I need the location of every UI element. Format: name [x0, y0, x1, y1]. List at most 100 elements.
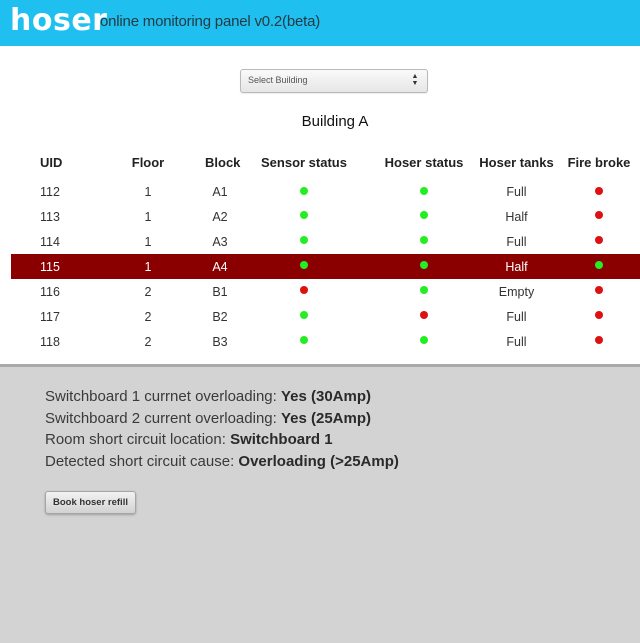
- table-header-row: UID Floor Block Sensor status Hoser status Ho…: [11, 148, 640, 176]
- status-dot-icon: [300, 236, 308, 245]
- table-row[interactable]: 115 1 A4 Half: [11, 254, 640, 279]
- table-row[interactable]: 114 1 A3 Full: [11, 229, 640, 254]
- building-title: Building A: [301, 113, 369, 130]
- uid-cell: 112: [40, 185, 60, 199]
- sensor-status-cell: [235, 304, 373, 329]
- hoser-status-cell: [373, 176, 475, 204]
- info-lines: Switchboard 1 currnet overloading: Yes (…: [45, 386, 399, 472]
- book-hoser-refill-button[interactable]: Book hoser refill: [45, 491, 136, 514]
- top-bar: hoser online monitoring panel v0.2(beta): [0, 0, 640, 46]
- status-dot-icon: [420, 286, 428, 295]
- floor-cell: 1: [144, 234, 152, 249]
- status-dot-icon: [300, 336, 308, 345]
- hoser-status-cell: [373, 304, 475, 329]
- fire-broke-cell: [558, 176, 640, 204]
- uid-cell: 114: [40, 234, 60, 249]
- hoser-tanks-cell: Full: [506, 309, 527, 324]
- status-dot-icon: [420, 311, 428, 320]
- status-dot-icon: [300, 286, 308, 295]
- table-row[interactable]: 113 1 A2 Half: [11, 204, 640, 229]
- status-dot-icon: [420, 336, 428, 345]
- table-row[interactable]: 116 2 B1 Empty: [11, 279, 640, 304]
- block-cell: A3: [212, 234, 228, 249]
- sensor-status-cell: [235, 204, 373, 229]
- fire-broke-cell: [558, 304, 640, 329]
- status-dot-icon: [595, 311, 603, 320]
- info-label: Room short circuit location:: [45, 431, 231, 448]
- status-dot-icon: [420, 211, 428, 220]
- status-dot-icon: [300, 211, 308, 220]
- info-line: Switchboard 2 current overloading: Yes (…: [45, 408, 399, 430]
- hoser-status-cell: [373, 204, 475, 229]
- fire-broke-cell: [558, 229, 640, 254]
- floor-cell: 2: [144, 309, 152, 324]
- status-dot-icon: [300, 186, 308, 195]
- hoser-status-cell: [373, 254, 475, 279]
- info-value: Yes (25Amp): [280, 409, 372, 427]
- info-label: Detected short circuit cause:: [45, 452, 239, 470]
- info-line: Detected short circuit cause: Overloadin…: [45, 451, 399, 473]
- info-line: Room short circuit location: Switchboard…: [45, 429, 399, 451]
- uid-cell: 113: [40, 209, 60, 224]
- hoser-tanks-cell: Empty: [498, 284, 535, 299]
- table-row[interactable]: 118 2 B3 Full: [11, 329, 640, 354]
- status-dot-icon: [595, 261, 603, 270]
- status-dot-icon: [300, 311, 308, 320]
- info-line: Switchboard 1 currnet overloading: Yes (…: [45, 386, 399, 408]
- column-header: Fire broke: [567, 154, 631, 170]
- column-header: Block: [205, 154, 241, 170]
- block-cell: A1: [212, 185, 228, 199]
- status-dot-icon: [420, 236, 428, 245]
- fire-broke-cell: [558, 279, 640, 304]
- app-logo: hoser: [10, 3, 108, 38]
- block-cell: A4: [205, 254, 235, 279]
- info-label: Switchboard 2 current overloading:: [45, 409, 281, 427]
- uid-cell: 116: [40, 284, 60, 299]
- column-header: Hoser tanks: [479, 154, 554, 170]
- fire-broke-cell: [558, 329, 640, 354]
- floor-cell: 1: [91, 254, 205, 279]
- table-row[interactable]: 117 2 B2 Full: [11, 304, 640, 329]
- sensor-status-cell: [235, 329, 373, 354]
- block-cell: A2: [212, 209, 228, 224]
- floor-cell: 2: [144, 334, 152, 349]
- column-header: Sensor status: [261, 154, 347, 170]
- info-panel: Switchboard 1 currnet overloading: Yes (…: [0, 364, 640, 643]
- status-dot-icon: [595, 211, 603, 220]
- status-dot-icon: [595, 186, 603, 195]
- hoser-status-cell: [373, 329, 475, 354]
- hoser-tanks-cell: Half: [475, 254, 558, 279]
- sensor-status-cell: [235, 279, 373, 304]
- hoser-tanks-cell: Full: [506, 234, 527, 249]
- fire-broke-cell: [558, 204, 640, 229]
- building-select[interactable]: Select Building ▲ ▼: [240, 69, 428, 93]
- hoser-status-cell: [373, 229, 475, 254]
- info-value: Switchboard 1: [230, 431, 333, 448]
- hoser-tanks-cell: Full: [506, 334, 527, 349]
- status-dot-icon: [420, 261, 428, 270]
- fire-broke-cell: [558, 254, 640, 279]
- status-dot-icon: [300, 261, 308, 270]
- hoser-tanks-cell: Full: [506, 185, 527, 199]
- uid-cell: 117: [40, 309, 60, 324]
- info-value: Overloading (>25Amp): [238, 452, 399, 470]
- sensor-status-cell: [235, 229, 373, 254]
- select-updown-icon: ▲ ▼: [411, 73, 419, 87]
- info-value: Yes (30Amp): [280, 388, 372, 405]
- info-label: Switchboard 1 currnet overloading:: [45, 388, 281, 405]
- block-cell: B2: [212, 309, 228, 324]
- status-dot-icon: [595, 336, 603, 345]
- app-subtitle: online monitoring panel v0.2(beta): [100, 13, 321, 30]
- uid-cell: 118: [40, 334, 60, 349]
- building-select-value: Select Building: [248, 75, 308, 85]
- hoser-status-cell: [373, 279, 475, 304]
- sensor-status-cell: [235, 176, 373, 204]
- status-table: UID Floor Block Sensor status Hoser status Ho…: [11, 148, 640, 354]
- block-cell: B3: [212, 334, 228, 349]
- column-header: Floor: [131, 154, 165, 170]
- column-header: UID: [40, 154, 63, 170]
- floor-cell: 2: [144, 284, 152, 299]
- table-row[interactable]: 112 1 A1 Full: [11, 176, 640, 204]
- status-dot-icon: [595, 236, 603, 245]
- floor-cell: 1: [144, 209, 152, 224]
